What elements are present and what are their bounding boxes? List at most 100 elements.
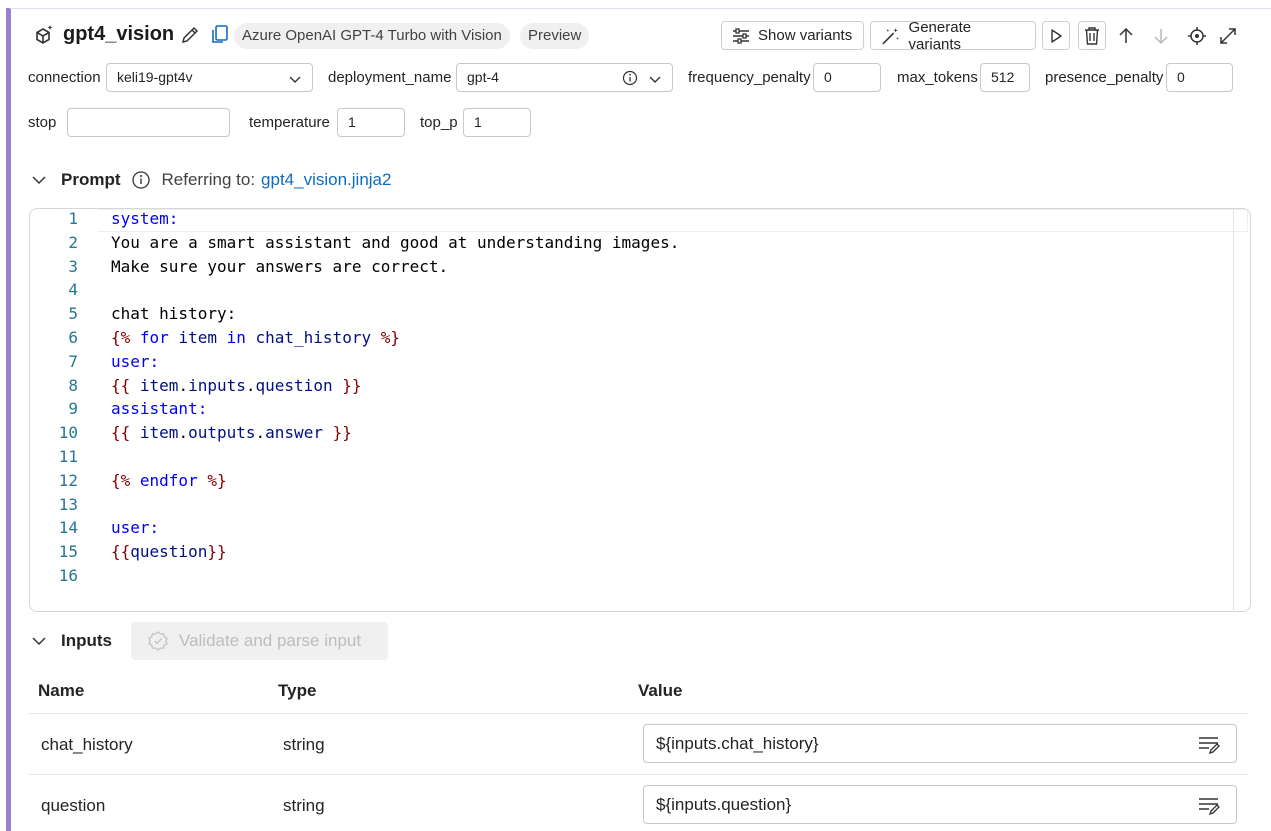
line-number: 7 <box>68 351 78 371</box>
move-down-button[interactable] <box>1147 21 1175 50</box>
expand-icon <box>1220 27 1236 44</box>
prompt-file-link[interactable]: gpt4_vision.jinja2 <box>261 170 391 190</box>
model-tag: Azure OpenAI GPT-4 Turbo with Vision <box>234 23 510 49</box>
pencil-icon[interactable] <box>179 24 201 46</box>
prompt-section-title: Prompt <box>61 170 121 189</box>
code-token: . <box>255 423 266 443</box>
max-tokens-input[interactable]: 512 <box>980 63 1030 92</box>
temperature-label: temperature <box>249 114 330 131</box>
target-icon <box>1188 26 1206 45</box>
code-text: {{ item.inputs.question }} <box>111 376 361 395</box>
top-p-label: top_p <box>420 114 458 131</box>
code-token: . <box>178 423 189 443</box>
line-number: 12 <box>58 470 78 490</box>
chevron-down-icon <box>649 76 661 83</box>
code-token: endfor <box>130 470 208 490</box>
line-number: 14 <box>58 518 78 538</box>
presence-penalty-label: presence_penalty <box>1045 69 1164 86</box>
delete-button[interactable] <box>1078 21 1106 50</box>
line-number: 11 <box>58 447 78 466</box>
code-token: chat_history <box>255 328 372 347</box>
run-button[interactable] <box>1042 21 1070 50</box>
line-number: 8 <box>68 375 78 395</box>
frequency-penalty-input[interactable]: 0 <box>813 63 881 92</box>
edit-text-icon[interactable] <box>1198 736 1220 754</box>
llm-node-icon <box>36 25 53 44</box>
code-token: {{ <box>111 542 131 562</box>
stop-input[interactable] <box>67 108 230 137</box>
magic-wand-icon <box>882 27 899 44</box>
edit-text-icon[interactable] <box>1198 797 1220 815</box>
code-token: }} <box>322 423 352 443</box>
chevron-down-icon[interactable] <box>31 172 47 188</box>
deployment-name-value: gpt-4 <box>467 69 499 85</box>
current-line-highlight <box>98 209 1248 232</box>
line-number: 6 <box>68 328 78 347</box>
node-title: gpt4_vision <box>63 23 175 45</box>
code-text: chat history: <box>111 304 236 323</box>
code-text: user: <box>111 518 159 537</box>
node-header: gpt4_vision Azure OpenAI GPT-4 Turbo wit… <box>11 18 1266 53</box>
generate-variants-button[interactable]: Generate variants <box>870 18 1036 53</box>
copy-icon[interactable] <box>209 23 231 45</box>
frequency-penalty-label: frequency_penalty <box>688 69 811 86</box>
line-number: 9 <box>68 399 78 419</box>
show-variants-label: Show variants <box>758 27 853 44</box>
info-icon[interactable] <box>131 170 151 190</box>
line-number: 2 <box>68 232 78 252</box>
presence-penalty-input[interactable]: 0 <box>1166 63 1233 92</box>
column-header-type: Type <box>278 681 317 700</box>
code-token: assistant: <box>111 399 208 419</box>
line-number: 16 <box>58 566 78 585</box>
move-up-button[interactable] <box>1112 21 1140 50</box>
show-variants-button[interactable]: Show variants <box>721 21 864 50</box>
input-value-field[interactable]: ${inputs.chat_history} <box>643 724 1237 763</box>
code-token: chat history: <box>111 304 237 324</box>
input-value-field[interactable]: ${inputs.question} <box>643 785 1237 824</box>
validate-parse-input-button[interactable]: Validate and parse input <box>131 622 388 660</box>
code-token: . <box>245 375 256 395</box>
inputs-section-title: Inputs <box>61 631 112 650</box>
code-token: for <box>130 328 179 347</box>
play-icon <box>1051 28 1062 43</box>
code-text: {{question}} <box>111 542 227 561</box>
code-token: {% <box>111 470 131 490</box>
code-token: Make sure your answers are correct. <box>111 256 449 276</box>
arrow-up-icon <box>1119 27 1133 43</box>
line-number: 13 <box>58 494 78 514</box>
code-token: {% <box>111 328 131 347</box>
code-text: {% for item in chat_history %} <box>111 328 400 347</box>
connection-label: connection <box>28 69 101 86</box>
column-header-value: Value <box>638 681 683 700</box>
connection-dropdown[interactable]: keli19-gpt4v <box>106 63 313 92</box>
input-type-cell: string <box>283 796 325 815</box>
row-divider <box>28 713 1248 714</box>
info-icon[interactable] <box>622 70 638 86</box>
code-token: {{ <box>111 423 140 443</box>
code-text: assistant: <box>111 399 207 418</box>
temperature-input[interactable]: 1 <box>337 108 405 137</box>
validate-badge-icon <box>148 631 168 651</box>
node-panel: gpt4_vision Azure OpenAI GPT-4 Turbo wit… <box>11 9 1271 831</box>
locate-button[interactable] <box>1183 21 1211 50</box>
code-token: item <box>139 423 179 443</box>
code-token: answer <box>265 423 323 443</box>
stop-label: stop <box>28 114 57 131</box>
code-token: user: <box>111 518 160 538</box>
top-p-input[interactable]: 1 <box>463 108 531 137</box>
code-text: {% endfor %} <box>111 471 227 490</box>
chevron-down-icon[interactable] <box>31 633 47 649</box>
expand-button[interactable] <box>1214 21 1242 50</box>
code-token: }} <box>332 375 362 395</box>
line-number: 10 <box>58 423 78 443</box>
generate-variants-label: Generate variants <box>908 18 972 53</box>
line-number: 4 <box>68 280 78 300</box>
sliders-icon <box>733 27 749 44</box>
trash-icon <box>1085 26 1099 45</box>
prompt-code-editor[interactable]: 1 system: 2 You are a smart assistant and g… <box>29 208 1251 612</box>
inputs-section-header[interactable]: Inputs <box>31 629 112 653</box>
deployment-name-dropdown[interactable]: gpt-4 <box>456 63 673 92</box>
code-token: question <box>255 375 333 395</box>
editor-scrollbar[interactable] <box>1233 209 1234 611</box>
prompt-section-header[interactable]: Prompt Referring to: gpt4_vision.jinja2 <box>31 168 391 192</box>
